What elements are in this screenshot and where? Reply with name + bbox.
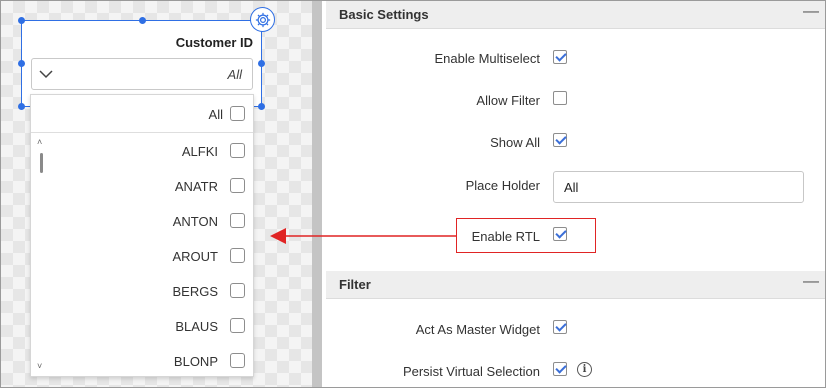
list-item[interactable]: BLAUS: [31, 309, 253, 344]
list-item-checkbox[interactable]: [230, 143, 245, 158]
resize-handle[interactable]: [258, 60, 265, 67]
properties-panel: Basic Settings — Enable Multiselect Allo…: [322, 1, 825, 387]
all-checkbox[interactable]: [230, 106, 245, 121]
list-item[interactable]: AROUT: [31, 239, 253, 274]
list-item[interactable]: ALFKI: [31, 134, 253, 169]
resize-handle[interactable]: [258, 103, 265, 110]
enable-multiselect-checkbox[interactable]: [553, 50, 567, 64]
list-item-checkbox[interactable]: [230, 353, 245, 368]
list-item-checkbox[interactable]: [230, 178, 245, 193]
persist-virtual-selection-checkbox[interactable]: [553, 362, 567, 376]
dropdown-all-row[interactable]: All: [31, 95, 253, 133]
act-as-master-widget-checkbox[interactable]: [553, 320, 567, 334]
list-item-label: BLAUS: [175, 319, 218, 334]
act-as-master-widget-label: Act As Master Widget: [415, 322, 540, 337]
combobox-value: All: [227, 67, 242, 82]
dropdown-list[interactable]: All ˄ ˅ ALFKI ANATR ANTON AROUT BERGS BL…: [30, 94, 254, 377]
section-header-basic-settings[interactable]: Basic Settings —: [326, 1, 825, 29]
resize-handle[interactable]: [18, 103, 25, 110]
panel-splitter[interactable]: [312, 1, 322, 387]
show-all-label: Show All: [490, 135, 540, 150]
persist-virtual-selection-label: Persist Virtual Selection: [402, 364, 540, 379]
list-item-label: BLONP: [173, 354, 218, 369]
list-item[interactable]: ANATR: [31, 169, 253, 204]
collapse-icon[interactable]: —: [803, 3, 819, 21]
section-title: Basic Settings: [339, 7, 429, 22]
list-item-checkbox[interactable]: [230, 248, 245, 263]
widget-title: Customer ID: [175, 35, 253, 50]
resize-handle[interactable]: [139, 17, 146, 24]
allow-filter-checkbox[interactable]: [553, 91, 567, 105]
info-icon[interactable]: i: [577, 362, 592, 377]
list-item-checkbox[interactable]: [230, 318, 245, 333]
resize-handle[interactable]: [18, 17, 25, 24]
list-item-checkbox[interactable]: [230, 213, 245, 228]
list-item[interactable]: BERGS: [31, 274, 253, 309]
enable-multiselect-label: Enable Multiselect: [434, 51, 541, 66]
enable-rtl-label: Enable RTL: [471, 229, 540, 244]
chevron-down-icon[interactable]: [38, 67, 54, 81]
list-item-label: AROUT: [172, 249, 219, 264]
list-item-label: ANATR: [174, 179, 218, 194]
resize-handle[interactable]: [18, 60, 25, 67]
dropdown-all-label: All: [208, 107, 223, 122]
list-item[interactable]: ANTON: [31, 204, 253, 239]
gear-icon[interactable]: [250, 7, 275, 32]
design-canvas: Customer ID All All ˄ ˅ ALFKI ANATR ANTO…: [1, 1, 312, 387]
list-item-label: ANTON: [172, 214, 218, 229]
list-item[interactable]: BLONP: [31, 344, 253, 379]
list-item-label: ALFKI: [181, 144, 218, 159]
show-all-checkbox[interactable]: [553, 133, 567, 147]
collapse-icon[interactable]: —: [803, 273, 819, 291]
combobox-field[interactable]: All: [31, 58, 253, 90]
enable-rtl-checkbox[interactable]: [553, 227, 567, 241]
place-holder-label: Place Holder: [465, 178, 540, 193]
section-header-filter[interactable]: Filter —: [326, 271, 825, 299]
allow-filter-label: Allow Filter: [476, 93, 540, 108]
list-item-label: BERGS: [172, 284, 218, 299]
place-holder-input[interactable]: [553, 171, 804, 203]
section-title: Filter: [339, 277, 371, 292]
list-item-checkbox[interactable]: [230, 283, 245, 298]
